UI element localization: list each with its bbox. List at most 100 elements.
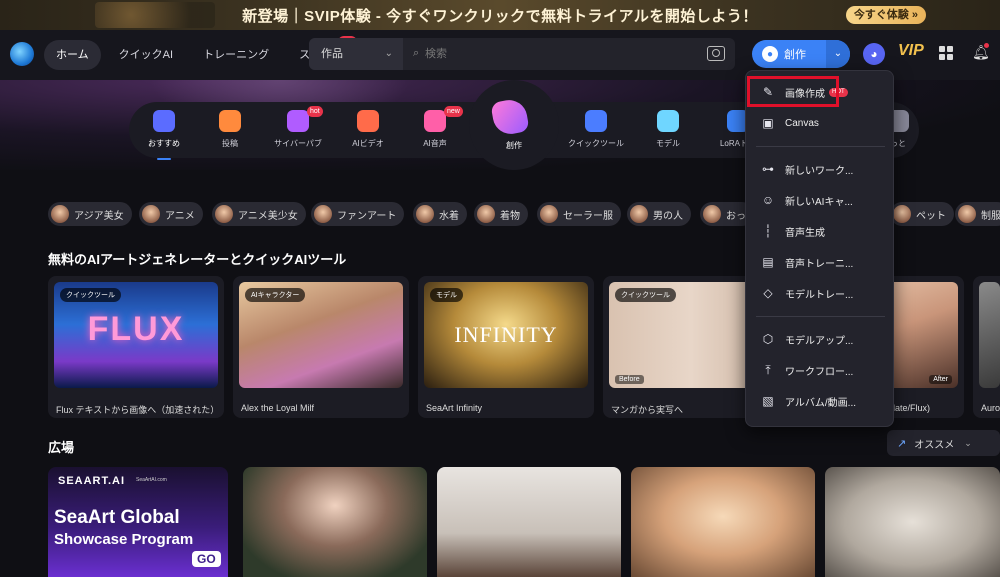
plaza-image-tile[interactable] bbox=[825, 467, 1000, 577]
menu-item-voice-generation[interactable]: ┆ 音声生成 bbox=[746, 218, 895, 244]
chip-label: アニメ bbox=[165, 210, 195, 222]
video-icon bbox=[357, 110, 379, 132]
chip-sailor-uniform[interactable]: セーラー服 bbox=[537, 202, 621, 226]
chip-anime[interactable]: アニメ bbox=[139, 202, 203, 226]
nav-training-label: トレーニング bbox=[203, 49, 270, 61]
category-recommended[interactable]: おすすめ bbox=[129, 110, 199, 160]
chip-label: おっ bbox=[726, 210, 746, 222]
plaza-image-tile[interactable] bbox=[243, 467, 427, 577]
seaart-logo-icon[interactable] bbox=[10, 42, 34, 66]
card-tag: モデル bbox=[430, 288, 463, 302]
nav-quick-ai-label: クイックAI bbox=[118, 49, 174, 61]
category-ai-video[interactable]: AIビデオ bbox=[333, 110, 403, 149]
tools-section-title: 無料のAIアートジェネレーターとクイックAIツール bbox=[48, 252, 347, 267]
chip-label: アニメ美少女 bbox=[238, 210, 298, 222]
chip-asian-beauty[interactable]: アジア美女 bbox=[48, 202, 132, 226]
nav-home[interactable]: ホーム bbox=[44, 40, 101, 70]
card-tag: クイックツール bbox=[60, 288, 121, 302]
cube-icon bbox=[657, 110, 679, 132]
plaza-image-tile[interactable] bbox=[631, 467, 815, 577]
apps-grid-icon[interactable] bbox=[939, 46, 953, 60]
showcase-go-badge: GO bbox=[192, 551, 221, 567]
category-posts[interactable]: 投稿 bbox=[195, 110, 265, 149]
chip-anime-girl[interactable]: アニメ美少女 bbox=[212, 202, 306, 226]
avatar bbox=[703, 205, 721, 223]
chip-man[interactable]: 男の人 bbox=[627, 202, 691, 226]
avatar bbox=[215, 205, 233, 223]
menu-item-label: ワークフロー... bbox=[785, 366, 854, 378]
avatar bbox=[51, 205, 69, 223]
card-caption: date/Flux) bbox=[890, 403, 931, 413]
menu-item-canvas[interactable]: ▣ Canvas bbox=[746, 110, 895, 136]
tool-card-alex[interactable]: AIキャラクター Alex the Loyal Milf bbox=[233, 276, 409, 418]
create-button[interactable]: ● 創作 ⌄ bbox=[752, 40, 850, 68]
waveform-icon: ┆ bbox=[764, 224, 772, 238]
menu-item-album-video[interactable]: ▧ アルバム/動画... bbox=[746, 388, 895, 414]
sort-select[interactable]: ↗ オススメ ⌄ bbox=[887, 430, 1000, 456]
model-upload-icon: ⬡ bbox=[762, 332, 774, 346]
search-bar: 作品 ⌄ ⌕ bbox=[309, 38, 735, 70]
discord-icon[interactable]: ◕ bbox=[863, 43, 885, 65]
chip-uniform[interactable]: 制服 bbox=[955, 202, 1000, 226]
avatar bbox=[958, 205, 976, 223]
menu-item-voice-training[interactable]: ▤ 音声トレーニ... bbox=[746, 249, 895, 275]
showcase-tile[interactable]: SEAART.AI SeaArtAI.com SeaArt Global Sho… bbox=[48, 467, 228, 577]
seaart-brand: SEAART.AI bbox=[58, 475, 126, 487]
menu-item-new-ai-character[interactable]: ☺ 新しいAIキャ... bbox=[746, 187, 895, 213]
promo-try-button[interactable]: 今すぐ体験 » bbox=[845, 6, 926, 24]
category-label: AIビデオ bbox=[352, 139, 384, 148]
post-icon bbox=[219, 110, 241, 132]
plaza-title: 広場 bbox=[48, 440, 75, 455]
chip-fan-art[interactable]: ファンアート bbox=[311, 202, 405, 226]
menu-item-label: 音声トレーニ... bbox=[785, 258, 854, 270]
category-models[interactable]: モデル bbox=[633, 110, 703, 149]
menu-item-model-upload[interactable]: ⬡ モデルアップ... bbox=[746, 326, 895, 352]
avatar bbox=[540, 205, 558, 223]
tool-card-infinity[interactable]: INFINITY モデル SeaArt Infinity bbox=[418, 276, 594, 418]
voice-icon bbox=[424, 110, 446, 132]
create-dropdown-menu: ✎ 画像作成 HOT ▣ Canvas ⊶ 新しいワーク... ☺ 新しいAIキャ... … bbox=[745, 70, 894, 427]
showcase-headline: SeaArt Global bbox=[54, 507, 180, 528]
ai-tool-icon bbox=[585, 110, 607, 132]
camera-icon[interactable] bbox=[707, 46, 725, 61]
card-caption: Alex the Loyal Milf bbox=[241, 403, 315, 413]
search-input[interactable] bbox=[425, 38, 685, 70]
chip-swimsuit[interactable]: 水着 bbox=[413, 202, 467, 226]
category-cyberpub[interactable]: サイバーパブ hot bbox=[263, 106, 333, 149]
promo-banner[interactable]: 新登場｜SVIP体験 - 今すぐワンクリックで無料トライアルを開始しよう！ 今す… bbox=[0, 0, 1000, 30]
nav-quick-ai[interactable]: クイックAI bbox=[107, 40, 185, 70]
vip-icon[interactable]: VIP bbox=[898, 42, 924, 60]
promo-art bbox=[95, 2, 215, 28]
seaart-url: SeaArtAI.com bbox=[136, 477, 167, 483]
menu-item-label: モデルアップ... bbox=[785, 335, 854, 347]
card-caption: Auro bbox=[981, 403, 1000, 413]
menu-item-model-training[interactable]: ◇ モデルトレー... bbox=[746, 280, 895, 306]
before-label: Before bbox=[615, 375, 644, 384]
chip-label: 着物 bbox=[500, 210, 520, 222]
plaza-image-tile[interactable] bbox=[437, 467, 621, 577]
chip-kimono[interactable]: 着物 bbox=[474, 202, 528, 226]
category-ai-voice[interactable]: AI音声 new bbox=[400, 106, 470, 149]
tool-card-auro[interactable]: Auro bbox=[973, 276, 1000, 418]
avatar bbox=[893, 205, 911, 223]
menu-item-workflow-upload[interactable]: ⤒ ワークフロー... bbox=[746, 357, 895, 383]
category-label: モデル bbox=[656, 139, 680, 148]
nav-training[interactable]: トレーニング bbox=[191, 40, 281, 70]
card-caption: SeaArt Infinity bbox=[426, 403, 483, 413]
workflow-icon: ⊶ bbox=[762, 162, 774, 176]
star-icon bbox=[153, 110, 175, 132]
category-quick-tools[interactable]: クイックツール bbox=[561, 110, 631, 149]
menu-item-new-workflow[interactable]: ⊶ 新しいワーク... bbox=[746, 156, 895, 182]
after-label: After bbox=[929, 375, 952, 384]
category-label: 投稿 bbox=[222, 139, 238, 148]
tool-card-flux[interactable]: FLUX クイックツール Flux テキストから画像へ（加速された） bbox=[48, 276, 224, 418]
chip-label: 制服 bbox=[981, 210, 1000, 222]
search-category-select[interactable]: 作品 ⌄ bbox=[309, 38, 403, 70]
chip-pet[interactable]: ペット bbox=[890, 202, 954, 226]
avatar bbox=[416, 205, 434, 223]
create-heart-icon bbox=[490, 97, 530, 137]
canvas-icon: ▣ bbox=[762, 116, 774, 130]
create-bubble[interactable]: 創作 bbox=[469, 80, 559, 170]
showcase-subheadline: Showcase Program bbox=[54, 531, 194, 548]
create-dropdown-toggle[interactable]: ⌄ bbox=[826, 40, 850, 68]
